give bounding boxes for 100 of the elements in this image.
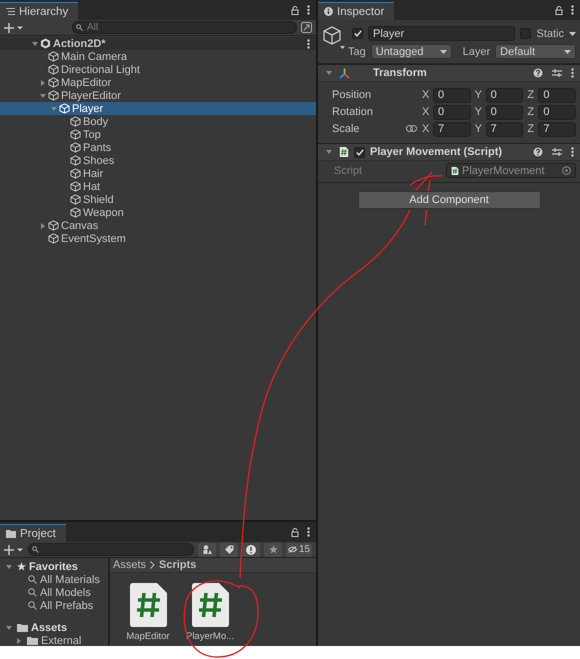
add-dropdown-icon[interactable] — [4, 544, 24, 554]
warning-filter-button[interactable] — [242, 542, 260, 556]
property-label: Position — [332, 89, 372, 101]
number-field[interactable]: 7 — [433, 122, 471, 136]
tag-icon — [224, 545, 234, 554]
more-icon[interactable] — [307, 38, 310, 48]
more-icon[interactable] — [307, 527, 310, 537]
number-field[interactable]: 0 — [538, 104, 576, 120]
help-icon[interactable] — [533, 147, 543, 157]
favorite-search-item[interactable]: All Models — [0, 586, 108, 599]
cube-icon — [70, 129, 81, 140]
add-component-button[interactable]: Add Component — [358, 191, 540, 209]
expand-arrow-icon[interactable] — [32, 40, 38, 46]
hierarchy-item[interactable]: PlayerEditor — [0, 89, 316, 102]
number-field[interactable]: 7 — [538, 122, 576, 136]
hierarchy-item[interactable]: Shield — [0, 193, 316, 206]
check-icon — [354, 30, 362, 37]
component-header[interactable]: Player Movement (Script) — [318, 143, 580, 161]
breadcrumb-link[interactable]: Scripts — [159, 559, 196, 571]
expand-arrow-icon[interactable] — [6, 564, 12, 570]
enabled-checkbox[interactable] — [354, 146, 365, 158]
caret-icon — [569, 32, 576, 36]
preset-icon[interactable] — [552, 147, 562, 157]
shapes-icon — [202, 545, 212, 554]
favorites-item[interactable]: Favorites — [0, 560, 108, 573]
search-field[interactable]: All — [72, 21, 297, 34]
layer-label: Layer — [462, 46, 490, 58]
more-icon[interactable] — [571, 68, 574, 78]
type-filter-button[interactable] — [198, 542, 216, 556]
hierarchy-item[interactable]: Hair — [0, 167, 316, 180]
expand-arrow-icon[interactable] — [40, 222, 46, 228]
number-field[interactable]: 0 — [538, 88, 576, 102]
expand-arrow-icon[interactable] — [40, 80, 46, 86]
expand-arrow-icon[interactable] — [16, 638, 22, 644]
more-icon[interactable] — [571, 147, 574, 157]
cube-icon — [48, 220, 59, 231]
component-header[interactable]: Transform — [318, 64, 580, 82]
preset-icon[interactable] — [552, 68, 562, 78]
hierarchy-item[interactable]: Weapon — [0, 206, 316, 219]
hierarchy-item[interactable]: Canvas — [0, 219, 316, 232]
hierarchy-item[interactable]: Player — [0, 102, 316, 115]
cube-icon — [48, 51, 59, 62]
name-field[interactable]: Player — [368, 26, 516, 41]
hierarchy-item[interactable]: Pants — [0, 141, 316, 154]
folder-item[interactable]: External — [0, 634, 108, 646]
caret-icon — [440, 50, 447, 54]
expand-arrow-icon[interactable] — [6, 624, 12, 630]
hierarchy-item[interactable]: Shoes — [0, 154, 316, 167]
scene-search-icon[interactable] — [301, 22, 312, 33]
folder-icon — [27, 636, 38, 644]
script-file-icon[interactable] — [130, 583, 166, 627]
project-tab[interactable]: Project — [0, 524, 66, 542]
hierarchy-item[interactable]: Top — [0, 128, 316, 141]
hierarchy-item[interactable]: MapEditor — [0, 76, 316, 89]
help-icon[interactable] — [533, 68, 543, 78]
lock-icon[interactable] — [291, 6, 299, 14]
lock-icon[interactable] — [291, 528, 299, 536]
expand-arrow-icon[interactable] — [326, 70, 332, 76]
script-file-icon[interactable] — [192, 583, 228, 627]
number-field[interactable]: 0 — [433, 88, 471, 102]
search-field[interactable] — [28, 543, 194, 556]
lock-icon[interactable] — [555, 6, 563, 14]
cube-icon — [48, 90, 59, 101]
scene-row[interactable]: Action2D* — [0, 37, 316, 50]
cube-icon — [70, 207, 81, 218]
axis-label: Y — [474, 106, 483, 118]
check-icon — [356, 148, 364, 156]
link-icon[interactable] — [406, 125, 417, 132]
hierarchy-item[interactable]: Body — [0, 115, 316, 128]
hierarchy-item[interactable]: EventSystem — [0, 232, 316, 245]
more-icon[interactable] — [571, 5, 574, 15]
more-icon[interactable] — [307, 5, 310, 15]
static-checkbox[interactable] — [520, 28, 532, 39]
label-filter-button[interactable] — [220, 542, 238, 556]
caret-icon — [564, 50, 571, 54]
tag-dropdown[interactable]: Untagged — [370, 44, 452, 59]
favorite-button[interactable] — [264, 542, 282, 556]
hierarchy-tab[interactable]: Hierarchy — [0, 2, 78, 20]
expand-arrow-icon[interactable] — [40, 92, 46, 98]
breadcrumb-link[interactable]: Assets — [113, 559, 146, 571]
assets-folder-item[interactable]: Assets — [0, 621, 108, 634]
favorite-search-item[interactable]: All Prefabs — [0, 599, 108, 612]
layer-dropdown[interactable]: Default — [495, 44, 576, 59]
axes-icon — [339, 68, 350, 78]
number-field[interactable]: 7 — [486, 122, 524, 136]
hidden-packages-button[interactable]: 15 — [286, 542, 312, 556]
script-field[interactable]: PlayerMovement — [446, 163, 576, 178]
add-dropdown-icon[interactable] — [4, 22, 24, 32]
hierarchy-item[interactable]: Directional Light — [0, 63, 316, 76]
number-field[interactable]: 0 — [433, 104, 471, 120]
hierarchy-item[interactable]: Main Camera — [0, 50, 316, 63]
folder-icon — [17, 624, 28, 632]
active-checkbox[interactable] — [352, 28, 363, 39]
hierarchy-item[interactable]: Hat — [0, 180, 316, 193]
inspector-tab[interactable]: Inspector — [318, 2, 394, 20]
expand-arrow-icon[interactable] — [326, 149, 332, 155]
favorite-search-item[interactable]: All Materials — [0, 573, 108, 586]
target-icon[interactable] — [562, 166, 571, 175]
number-field[interactable]: 0 — [486, 104, 524, 120]
number-field[interactable]: 0 — [486, 88, 524, 102]
